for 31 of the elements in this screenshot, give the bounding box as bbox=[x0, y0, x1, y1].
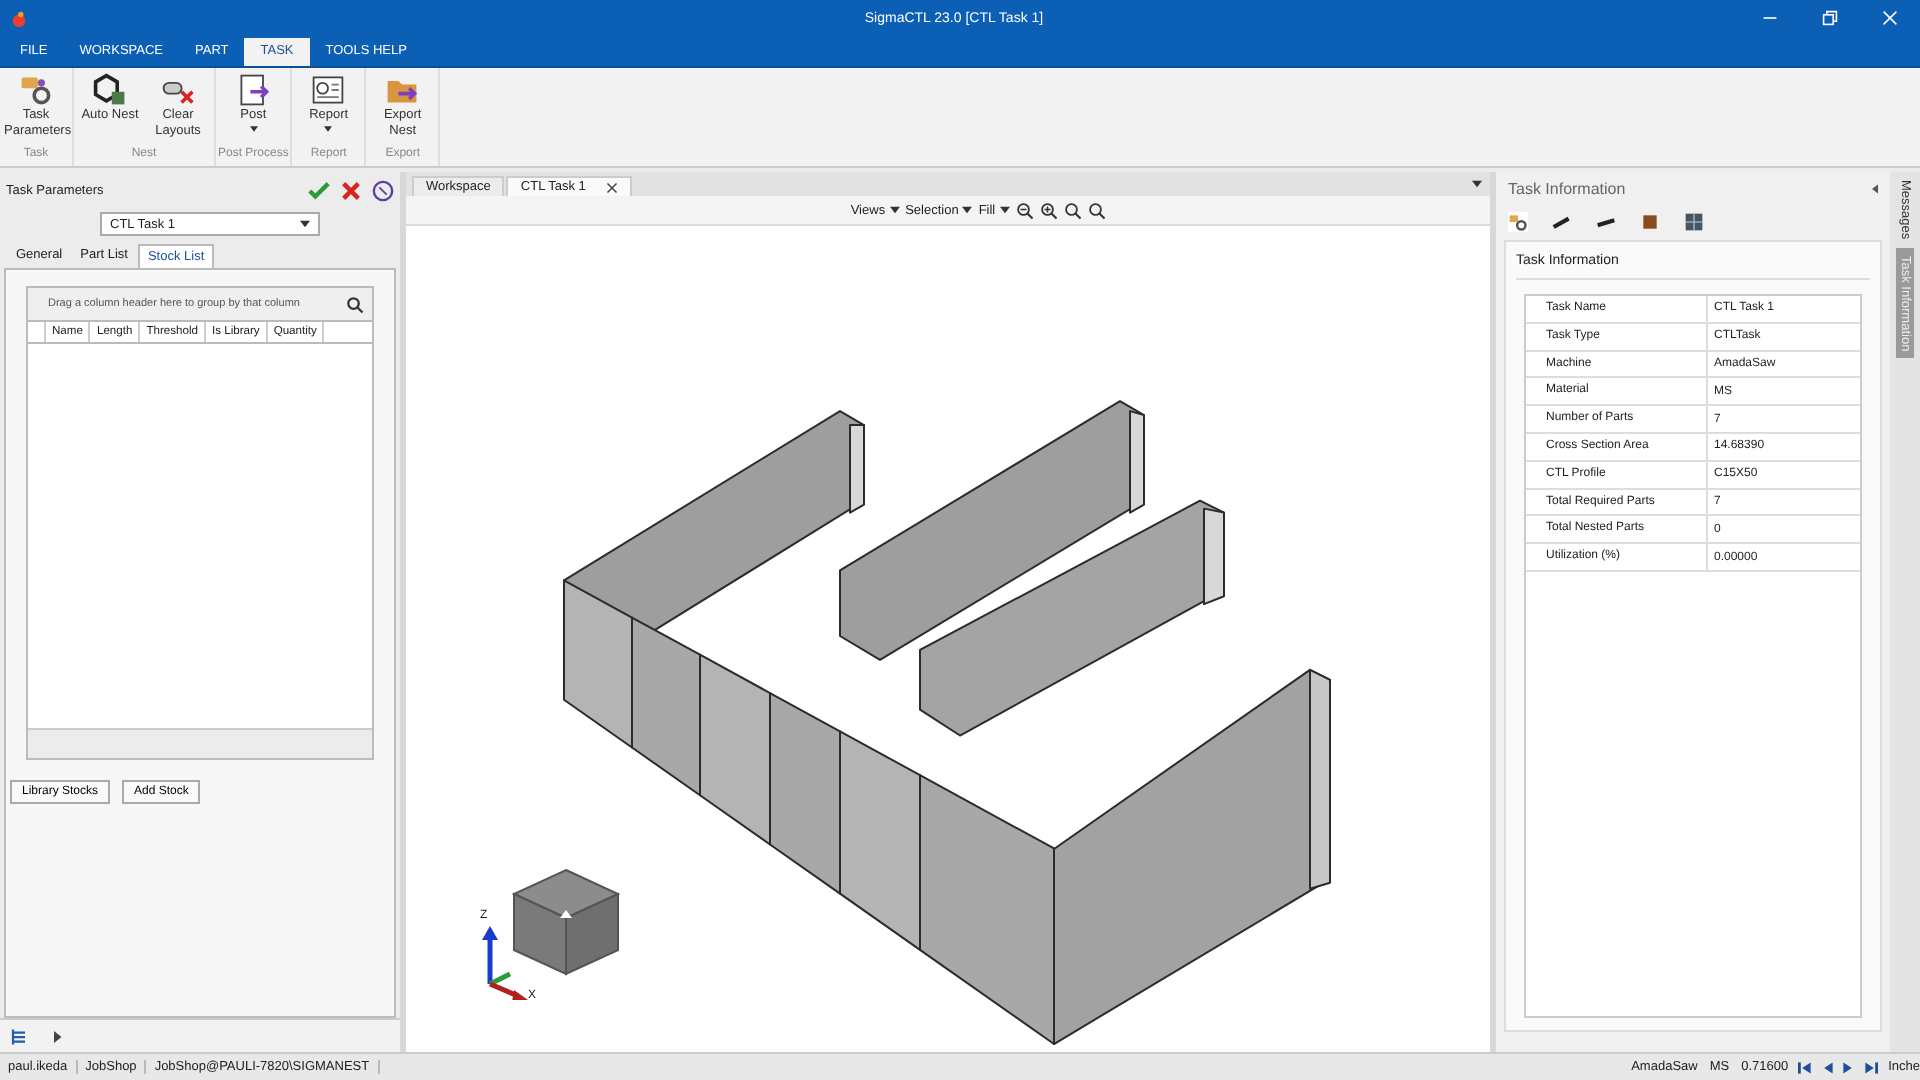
close-icon[interactable] bbox=[340, 179, 362, 201]
close-icon bbox=[1882, 10, 1898, 26]
zoom-window-icon[interactable] bbox=[1087, 201, 1106, 219]
search-icon[interactable] bbox=[346, 295, 364, 313]
restore-icon bbox=[1822, 10, 1838, 26]
next-icon[interactable] bbox=[1842, 1061, 1857, 1073]
previous-icon[interactable] bbox=[1820, 1061, 1835, 1073]
app-logo-icon bbox=[10, 9, 28, 27]
caret-icon[interactable] bbox=[1472, 180, 1482, 188]
caret-icon bbox=[300, 220, 310, 228]
report-icon bbox=[310, 72, 347, 108]
box-icon[interactable] bbox=[1640, 212, 1660, 232]
tree-icon[interactable] bbox=[10, 1027, 28, 1045]
document-arrow-icon bbox=[235, 72, 272, 108]
grid-icon[interactable] bbox=[1684, 212, 1704, 232]
hexagon-icon bbox=[92, 72, 128, 108]
first-icon[interactable] bbox=[1798, 1061, 1813, 1073]
search-icon[interactable] bbox=[1063, 201, 1082, 219]
panel-title: Task Information bbox=[1508, 179, 1626, 197]
close-icon[interactable] bbox=[605, 181, 618, 193]
bar-icon[interactable] bbox=[1596, 212, 1616, 232]
zoom-in-icon[interactable] bbox=[1039, 201, 1058, 219]
caret-icon bbox=[962, 206, 973, 214]
bar-icon[interactable] bbox=[1552, 212, 1572, 232]
last-icon[interactable] bbox=[1864, 1061, 1879, 1073]
zoom-out-icon[interactable] bbox=[1015, 201, 1034, 219]
play-icon[interactable] bbox=[48, 1027, 66, 1045]
caret-icon bbox=[889, 206, 900, 214]
caret-icon[interactable] bbox=[1872, 183, 1878, 193]
caret-icon bbox=[999, 206, 1010, 214]
check-icon[interactable] bbox=[308, 179, 330, 201]
